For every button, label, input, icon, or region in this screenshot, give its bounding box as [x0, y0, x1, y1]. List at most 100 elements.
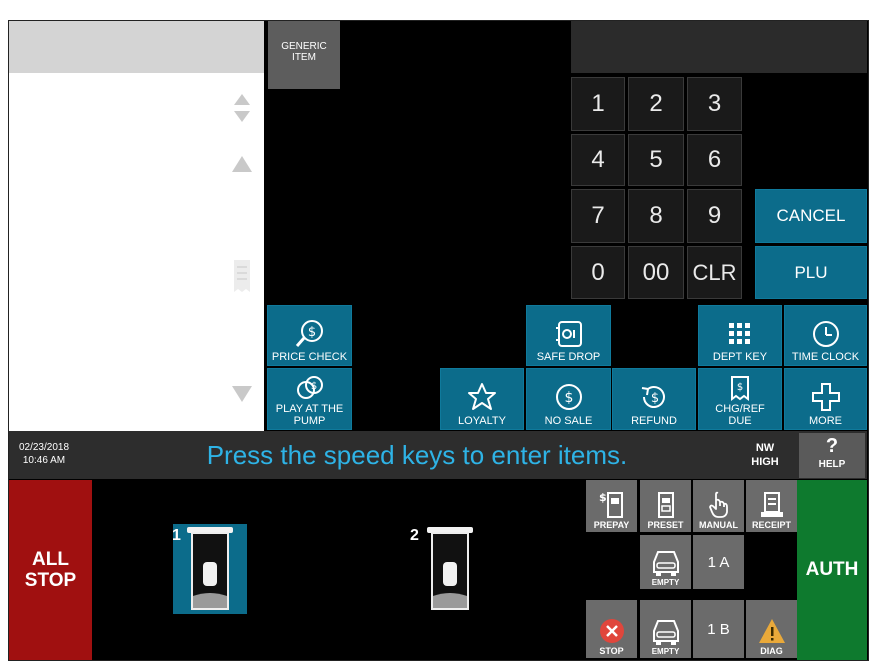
dept-key-button[interactable]: DEPT KEY [698, 305, 782, 366]
dollar-circle-icon: $ [555, 384, 582, 410]
receipt-print-icon [760, 492, 783, 517]
empty-a-button[interactable]: EMPTY [640, 535, 691, 589]
chg-ref-due-button[interactable]: $ CHG/REF DUE [698, 368, 782, 430]
loyalty-label: LOYALTY [458, 415, 506, 427]
pump-1-number: 1 [172, 527, 181, 544]
hose-1a[interactable]: 1 A [693, 535, 744, 589]
coins-icon: $ [296, 376, 323, 399]
price-level-high: HIGH [751, 456, 779, 468]
key-1[interactable]: 1 [571, 77, 625, 131]
pump-2-number: 2 [410, 527, 419, 544]
pump-1-icon [187, 527, 233, 610]
receipt-icon[interactable] [231, 258, 253, 294]
key-3[interactable]: 3 [687, 77, 742, 131]
refund-icon: $ [641, 386, 665, 408]
svg-text:$: $ [310, 381, 316, 392]
time-clock-button[interactable]: TIME CLOCK [784, 305, 867, 366]
price-check-label: PRICE CHECK [271, 351, 348, 363]
status-time: 10:46 AM [22, 455, 66, 466]
diag-label: DIAG [760, 646, 783, 656]
generic-item-button[interactable]: GENERIC ITEM [268, 21, 340, 89]
stop-label: STOP [599, 646, 624, 656]
warning-icon [758, 619, 785, 643]
play-at-pump-button[interactable]: $ PLAY AT THE PUMP [267, 368, 352, 430]
svg-text:$: $ [737, 382, 743, 393]
receipt-label: RECEIPT [751, 520, 791, 530]
help-icon: ? [825, 435, 839, 457]
dept-key-label: DEPT KEY [712, 351, 768, 363]
chg-ref-due-label: CHG/REF DUE [715, 403, 765, 427]
receipt-panel [9, 73, 264, 431]
car-icon [652, 620, 679, 645]
pump-2-icon [427, 527, 473, 610]
pump-2[interactable] [413, 524, 487, 614]
scroll-up-icon[interactable] [230, 152, 254, 176]
scroll-both-icon[interactable] [231, 92, 253, 124]
help-button[interactable]: ? HELP [799, 433, 865, 478]
stop-button[interactable]: STOP [586, 600, 637, 658]
clock-icon [812, 321, 839, 347]
safe-drop-label: SAFE DROP [536, 351, 601, 363]
key-7[interactable]: 7 [571, 189, 625, 243]
svg-text:$: $ [564, 390, 573, 406]
receipt-dollar-icon: $ [731, 376, 749, 401]
key-6[interactable]: 6 [687, 134, 742, 186]
safe-drop-button[interactable]: SAFE DROP [526, 305, 611, 366]
manual-button[interactable]: MANUAL [693, 480, 744, 532]
preset-label: PRESET [647, 520, 684, 530]
help-label: HELP [818, 459, 846, 470]
refund-label: REFUND [631, 415, 677, 427]
hose-1b[interactable]: 1 B [693, 600, 744, 658]
entry-display [571, 21, 867, 73]
star-icon [468, 383, 496, 410]
key-clr[interactable]: CLR [687, 246, 742, 299]
more-label: MORE [809, 415, 842, 427]
refund-button[interactable]: $ REFUND [612, 368, 696, 430]
price-level-nw: NW [755, 442, 775, 454]
key-5[interactable]: 5 [628, 134, 684, 186]
key-0[interactable]: 0 [571, 246, 625, 299]
svg-text:$: $ [651, 391, 659, 406]
prepay-label: PREPAY [593, 520, 630, 530]
status-message: Press the speed keys to enter items. [206, 440, 628, 470]
key-2[interactable]: 2 [628, 77, 684, 131]
auth-button[interactable]: AUTH [797, 480, 867, 660]
plu-button[interactable]: PLU [755, 246, 867, 299]
status-date: 02/23/2018 [18, 442, 70, 453]
no-sale-button[interactable]: $ NO SALE [526, 368, 611, 430]
empty-a-label: EMPTY [651, 578, 680, 587]
diag-button[interactable]: DIAG [746, 600, 797, 658]
play-at-pump-label: PLAY AT THE PUMP [275, 403, 344, 427]
receipt-button[interactable]: RECEIPT [746, 480, 797, 532]
preset-button[interactable]: PRESET [640, 480, 691, 532]
key-00[interactable]: 00 [628, 246, 684, 299]
no-sale-label: NO SALE [544, 415, 593, 427]
key-8[interactable]: 8 [628, 189, 684, 243]
price-check-button[interactable]: $ PRICE CHECK [267, 305, 352, 366]
svg-text:$: $ [599, 491, 607, 504]
car-icon [652, 551, 679, 576]
prepay-button[interactable]: $ PREPAY [586, 480, 637, 532]
pump-1[interactable] [173, 524, 247, 614]
empty-b-button[interactable]: EMPTY [640, 600, 691, 658]
manual-label: MANUAL [699, 520, 738, 530]
magnify-dollar-icon: $ [295, 320, 323, 347]
key-9[interactable]: 9 [687, 189, 742, 243]
hand-pointer-icon [708, 491, 728, 518]
key-4[interactable]: 4 [571, 134, 625, 186]
prepay-pump-icon: $ [599, 491, 623, 518]
more-button[interactable]: MORE [784, 368, 867, 430]
stop-x-icon [599, 619, 624, 643]
preset-pump-icon [657, 492, 674, 518]
grid-icon [729, 323, 750, 344]
safe-icon [555, 321, 582, 347]
cancel-button[interactable]: CANCEL [755, 189, 867, 243]
receipt-header [9, 21, 264, 73]
loyalty-button[interactable]: LOYALTY [440, 368, 524, 430]
time-clock-label: TIME CLOCK [791, 351, 860, 363]
scroll-down-icon[interactable] [230, 382, 254, 406]
plus-icon [811, 383, 840, 411]
empty-b-label: EMPTY [651, 647, 680, 656]
svg-text:$: $ [307, 325, 315, 340]
all-stop-button[interactable]: ALL STOP [9, 480, 92, 660]
